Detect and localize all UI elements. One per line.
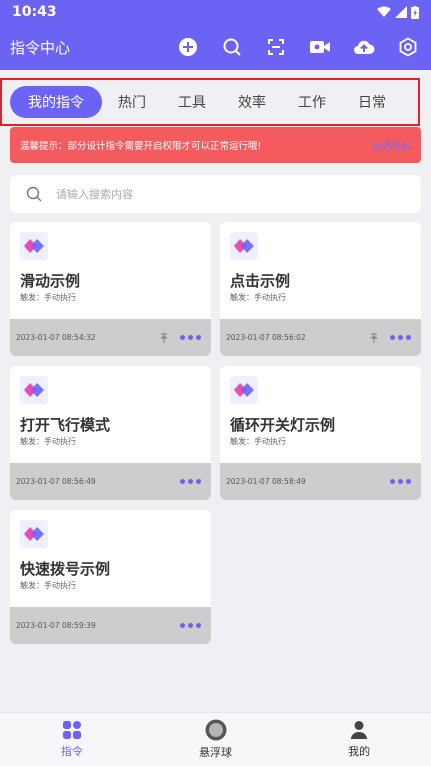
search-icon[interactable] (219, 34, 245, 60)
command-trigger: 触发：手动执行 (20, 437, 76, 446)
nav-label: 我的 (348, 745, 371, 758)
add-circle-icon[interactable] (175, 34, 201, 60)
search-icon (26, 186, 42, 202)
command-card[interactable]: 点击示例 触发：手动执行 2023-01-07 08:56:02 (220, 222, 421, 356)
signal-icon (395, 6, 407, 18)
command-name: 滑动示例 (20, 272, 81, 290)
command-date: 2023-01-07 08:59:39 (16, 621, 96, 630)
app-logo-icon (20, 520, 48, 548)
more-options-icon[interactable] (180, 335, 201, 340)
command-name: 打开飞行模式 (20, 416, 111, 434)
command-date: 2023-01-07 08:54:32 (16, 333, 96, 342)
nav-label: 指令 (60, 745, 83, 758)
pin-icon[interactable] (160, 332, 168, 343)
command-trigger: 触发：手动执行 (20, 581, 76, 590)
command-date: 2023-01-07 08:56:49 (16, 477, 96, 486)
category-tabs: 我的指令 热门 工具 效率 工作 日常 (0, 78, 420, 126)
tab-work[interactable]: 工作 (282, 86, 342, 118)
command-trigger: 触发：手动执行 (20, 293, 76, 302)
more-options-icon[interactable] (390, 479, 411, 484)
wifi-icon (377, 6, 391, 17)
app-logo-icon (230, 232, 258, 260)
command-name: 循环开关灯示例 (230, 416, 336, 434)
command-name: 点击示例 (230, 272, 291, 290)
more-options-icon[interactable] (390, 335, 411, 340)
status-time: 10:43 (12, 4, 57, 20)
video-record-icon[interactable] (307, 34, 333, 60)
tab-daily[interactable]: 日常 (342, 86, 402, 118)
cloud-upload-icon[interactable] (351, 34, 377, 60)
command-card[interactable]: 快速拨号示例 触发：手动执行 2023-01-07 08:59:39 (10, 510, 211, 644)
command-date: 2023-01-07 08:58:49 (226, 477, 306, 486)
floating-ball-icon (205, 719, 226, 741)
notice-text: 温馨提示：部分设计指令需要开启权限才可以正常运行哦! (20, 141, 262, 152)
command-trigger: 触发：手动执行 (230, 293, 286, 302)
search-bar (10, 175, 421, 213)
command-trigger: 触发：手动执行 (230, 437, 286, 446)
pin-icon[interactable] (370, 332, 378, 343)
command-name: 快速拨号示例 (20, 560, 111, 578)
permission-notice: 温馨提示：部分设计指令需要开启权限才可以正常运行哦! 点此开启 (10, 127, 421, 163)
command-card[interactable]: 循环开关灯示例 触发：手动执行 2023-01-07 08:58:49 (220, 366, 421, 500)
scan-icon[interactable] (263, 34, 289, 60)
nav-commands[interactable]: 指令 (0, 713, 144, 766)
app-logo-icon (230, 376, 258, 404)
app-logo-icon (20, 376, 48, 404)
app-bar: 指令中心 (0, 24, 431, 70)
status-bar: 10:43 (0, 0, 431, 24)
tab-hot[interactable]: 热门 (102, 86, 162, 118)
user-icon (351, 721, 368, 739)
battery-icon (411, 5, 419, 19)
command-card[interactable]: 滑动示例 触发：手动执行 2023-01-07 08:54:32 (10, 222, 211, 356)
tab-my-commands[interactable]: 我的指令 (10, 86, 102, 118)
page-title: 指令中心 (10, 38, 71, 57)
enable-permission-link[interactable]: 点此开启 (373, 138, 411, 152)
bottom-nav: 指令 悬浮球 我的 (0, 712, 431, 766)
more-options-icon[interactable] (180, 479, 201, 484)
nav-label: 悬浮球 (199, 746, 232, 759)
command-card[interactable]: 打开飞行模式 触发：手动执行 2023-01-07 08:56:49 (10, 366, 211, 500)
search-input[interactable] (56, 187, 356, 201)
more-options-icon[interactable] (180, 623, 201, 628)
grid-icon (62, 721, 81, 739)
settings-hexagon-icon[interactable] (395, 34, 421, 60)
tab-tools[interactable]: 工具 (162, 86, 222, 118)
nav-mine[interactable]: 我的 (287, 713, 431, 766)
app-logo-icon (20, 232, 48, 260)
nav-floating-ball[interactable]: 悬浮球 (144, 713, 288, 766)
command-date: 2023-01-07 08:56:02 (226, 333, 306, 342)
tab-efficiency[interactable]: 效率 (222, 86, 282, 118)
